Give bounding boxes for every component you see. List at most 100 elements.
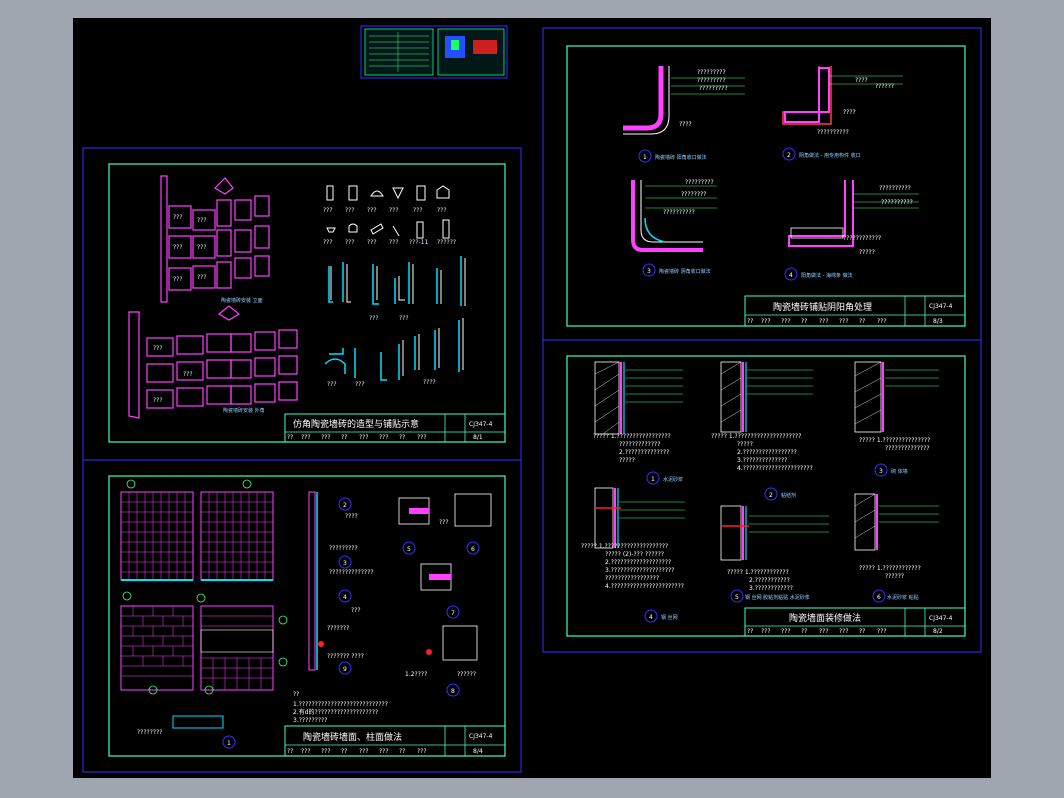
sheet-bottom-left[interactable]: ???????? 2 3 4 5 6 7 8 9 1 ???? ????????… <box>82 459 522 773</box>
title-block-bottom-left[interactable]: 陶瓷墙砖墙面、柱面做法 CJ347-4 8/4 ?? ??? ??? ?? ??… <box>284 725 506 757</box>
detail-caption: 阳角做法 - 海绵条 做法 <box>801 272 853 279</box>
section-details <box>308 491 492 671</box>
detail-caption: 阴角做法 - 用专用构件 收口 <box>799 152 861 159</box>
note-line: 2.??????????? <box>749 577 790 584</box>
note-line: 1.???????????????????????????? <box>293 701 388 708</box>
profile-sections-white <box>330 258 466 376</box>
tile-label: ??? <box>183 371 193 378</box>
tb-cell: ??? <box>781 628 791 635</box>
drawing-svg: ??? ??? ??? ??? ??? ??? 陶瓷墙砖安装 立面 ??? ??… <box>82 25 982 773</box>
callout-number: 6 <box>877 594 881 601</box>
tb-cell: ??? <box>781 318 791 325</box>
tb-cell: ?? <box>801 318 807 325</box>
titleblock-row: ?? ??? ??? ?? ??? ??? ?? ??? <box>287 434 427 441</box>
note-line: ????? 1.????????????????? <box>593 433 671 440</box>
note-line: ?????????????? <box>885 445 930 452</box>
wall-notes-d: ????? 1.???????????????????? ????? (2)-?… <box>581 543 684 590</box>
detail-text: ??????? <box>327 625 349 632</box>
note-line: ????? 1.??????????????? <box>859 437 930 444</box>
shape-label: ??? <box>323 239 333 246</box>
sheet-top-right[interactable]: ????????? ????????? ????????? ???? ???? … <box>542 27 982 341</box>
tb-cell: ?? <box>801 628 807 635</box>
note-line: ????? (2)-??? ?????? <box>605 551 664 558</box>
tb-cell: ??? <box>417 434 427 441</box>
callout-number: 1 <box>643 154 647 161</box>
note-line: 3.?????????????? <box>737 457 787 464</box>
callout-number: 7 <box>451 610 455 617</box>
detail-text: ????? <box>859 249 875 256</box>
note-line: 3.????????? <box>293 717 327 724</box>
corner-detail-texts: ????????? ????????? ????????? ???? ???? … <box>663 69 913 256</box>
tb-cell: ?? <box>399 434 405 441</box>
wall-notes-b: ????? 1.????????????????????? ????? 2.??… <box>711 433 813 472</box>
detail-text: ???? <box>679 121 692 128</box>
detail-text: ?????????? <box>817 129 849 136</box>
note-line: 2.有d的???????????????????? <box>293 708 378 716</box>
tb-cell: ??? <box>819 628 829 635</box>
detail-caption: 钢 丝网 <box>661 614 678 621</box>
note-line: 4.?????????????????????? <box>737 465 813 472</box>
tile-label: ??? <box>153 345 163 352</box>
title-block-top-left[interactable]: 仿角陶瓷墙砖的造型与铺贴示意 CJ347-4 8/1 ?? ??? ??? ??… <box>284 413 506 443</box>
detail-text: ???????? <box>681 191 706 198</box>
shape-label: ??? <box>323 207 333 214</box>
tb-cell: ??? <box>761 628 771 635</box>
titleblock-row: ?? ??? ??? ?? ??? ??? ?? ??? <box>747 318 887 325</box>
tb-cell: ??? <box>877 318 887 325</box>
callout-number: 8 <box>451 688 455 695</box>
tb-cell: ??? <box>839 628 849 635</box>
note-line: ????? 1.???????????????????? <box>581 543 668 550</box>
sheet-title: 陶瓷墙砖墙面、柱面做法 <box>303 731 402 743</box>
note-line: ????????????????? <box>605 575 659 582</box>
callout-number: 5 <box>735 594 739 601</box>
callout-number: 3 <box>647 268 651 275</box>
shape-label: ??? <box>345 239 355 246</box>
tb-cell: ??? <box>301 434 311 441</box>
note-line: ????? 1.???????????? <box>727 569 789 576</box>
detail-caption: 钢 丝网 胶粘剂粘贴 水泥砂浆 <box>745 594 810 601</box>
header-thumbnails[interactable] <box>360 25 508 79</box>
tb-cell: ?? <box>287 748 293 755</box>
callout-number: 3 <box>343 560 347 567</box>
tb-cell: ??? <box>321 748 331 755</box>
tb-cell: ??? <box>379 434 389 441</box>
callout-number: 4 <box>789 272 793 279</box>
tb-cell: ??? <box>301 748 311 755</box>
wall-notes-c: ????? 1.??????????????? ?????????????? <box>859 437 930 452</box>
callout-number: 3 <box>879 468 883 475</box>
callout-number: 4 <box>649 614 653 621</box>
callout-number: 2 <box>343 502 347 509</box>
cad-drawing-canvas[interactable]: ??? ??? ??? ??? ??? ??? 陶瓷墙砖安装 立面 ??? ??… <box>73 18 991 778</box>
tile-labels-upper: ??? ??? ??? ??? ??? ??? <box>173 214 207 283</box>
shape-label: ??? <box>399 315 409 322</box>
page-number: 8/4 <box>473 748 483 755</box>
wall-notes-e: ????? 1.???????????? 2.??????????? 3.???… <box>727 569 793 592</box>
title-block-top-right[interactable]: 陶瓷墙砖铺贴阴阳角处理 CJ347-4 8/3 ?? ??? ??? ?? ??… <box>744 295 966 327</box>
tb-cell: ?? <box>341 748 347 755</box>
tile-label: ??? <box>197 217 207 224</box>
tb-cell: ?? <box>399 748 405 755</box>
note-line: ????? 1.???????????? <box>859 565 921 572</box>
wall-notes-a: ????? 1.????????????????? ????????????? … <box>593 433 671 464</box>
shape-label: ??? <box>369 315 379 322</box>
shape-label: ??? <box>389 239 399 246</box>
section-texts: ???? ????????? ?????????????? ??? ??? ??… <box>327 513 476 678</box>
detail-caption: 砌 体墙 <box>891 468 908 475</box>
tile-label: ??? <box>173 244 183 251</box>
sheet-bottom-right[interactable]: ????? 1.????????????????? ????????????? … <box>542 339 982 653</box>
tile-label: ??? <box>197 274 207 281</box>
shape-label: ?????? <box>437 239 456 246</box>
title-block-bottom-right[interactable]: 陶瓷墙面装修做法 CJ347-4 8/2 ?? ??? ??? ?? ??? ?… <box>744 607 966 637</box>
note-line: ????? <box>737 441 753 448</box>
detail-text: ?????? <box>457 671 476 678</box>
detail-text: ?????????? <box>663 209 695 216</box>
note-line: 3.???????????? <box>749 585 793 592</box>
shape-label: ??? <box>355 381 365 388</box>
detail-caption: 水泥砂浆 粘贴 <box>887 594 919 601</box>
detail-text: ???? <box>843 109 856 116</box>
detail-caption: 陶瓷墙砖 阴角收口做法 <box>659 268 711 275</box>
detail-text: ?????????? <box>881 199 913 206</box>
detail-caption: 粘结剂 <box>781 492 796 499</box>
sheet-top-left[interactable]: ??? ??? ??? ??? ??? ??? 陶瓷墙砖安装 立面 ??? ??… <box>82 147 522 461</box>
detail-text: ????????? <box>697 69 726 76</box>
